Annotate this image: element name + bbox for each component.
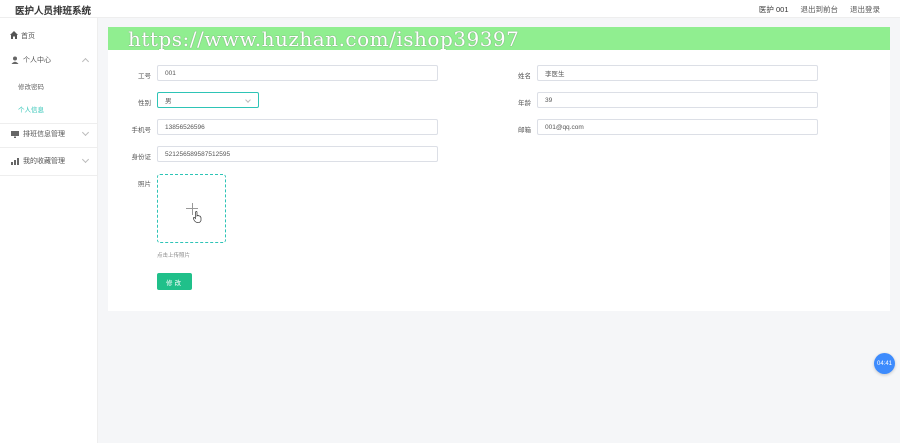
- sidebar-divider: [0, 147, 98, 148]
- name-input[interactable]: 李医生: [537, 65, 818, 81]
- age-label: 年龄: [518, 100, 531, 107]
- sidebar-item-label: 我的收藏管理: [23, 158, 65, 165]
- user-icon: [10, 56, 19, 64]
- sidebar-item-label: 排班信息管理: [23, 131, 65, 138]
- sidebar: 个人中心 修改密码 个人信息 排班信息管理 我的收藏管理: [0, 18, 98, 443]
- watermark-banner: https://www.huzhan.com/ishop39397: [108, 27, 890, 51]
- gender-selected-value: 男: [165, 98, 172, 105]
- top-bar: 医护人员排班系统 医护 001 退出到前台 退出登录: [0, 0, 900, 18]
- chevron-down-icon: [81, 155, 90, 164]
- sidebar-divider: [0, 175, 98, 176]
- upload-hint: 点击上传照片: [157, 253, 191, 259]
- sidebar-item-label: 个人中心: [23, 57, 51, 64]
- sidebar-subitem-personal-info[interactable]: 个人信息: [0, 100, 98, 118]
- phone-input[interactable]: 13856526596: [157, 119, 438, 135]
- gender-select[interactable]: 男: [157, 92, 259, 108]
- monitor-icon: [10, 130, 19, 138]
- home-label[interactable]: 首页: [21, 31, 35, 41]
- idcard-label: 身份证: [131, 154, 152, 161]
- chevron-down-icon: [245, 97, 251, 103]
- sidebar-item-favorites-management[interactable]: 我的收藏管理: [0, 151, 98, 171]
- id-label: 工号: [138, 73, 151, 80]
- chart-icon: [10, 157, 19, 165]
- app-title: 医护人员排班系统: [15, 6, 92, 17]
- sidebar-item-schedule-management[interactable]: 排班信息管理: [0, 124, 98, 144]
- logout-link[interactable]: 退出登录: [850, 4, 880, 15]
- sidebar-item-personal-center[interactable]: 个人中心: [0, 50, 98, 70]
- current-user: 医护 001: [758, 5, 789, 14]
- id-input[interactable]: 001: [157, 65, 438, 81]
- sidebar-subitem-change-password[interactable]: 修改密码: [0, 77, 98, 95]
- back-to-frontend-link[interactable]: 退出到前台: [801, 4, 839, 15]
- photo-upload-area[interactable]: [157, 174, 226, 243]
- name-label: 姓名: [518, 73, 531, 80]
- gender-label: 性别: [138, 100, 151, 107]
- submit-button[interactable]: 修改: [157, 273, 192, 290]
- home-icon[interactable]: [10, 31, 18, 41]
- chevron-down-icon: [81, 128, 90, 137]
- timer-badge[interactable]: 04:41: [874, 353, 895, 374]
- phone-label: 手机号: [131, 127, 152, 134]
- email-label: 邮箱: [518, 127, 531, 134]
- watermark-text: https://www.huzhan.com/ishop39397: [128, 27, 520, 51]
- top-right-actions: 医护 001 退出到前台 退出登录: [759, 4, 880, 15]
- email-input[interactable]: 001@qq.com: [537, 119, 818, 135]
- idcard-input[interactable]: 521256589587512595: [157, 146, 438, 162]
- age-input[interactable]: 39: [537, 92, 818, 108]
- photo-label: 照片: [138, 181, 151, 188]
- hand-cursor-icon: [192, 211, 202, 225]
- chevron-up-icon: [81, 57, 90, 66]
